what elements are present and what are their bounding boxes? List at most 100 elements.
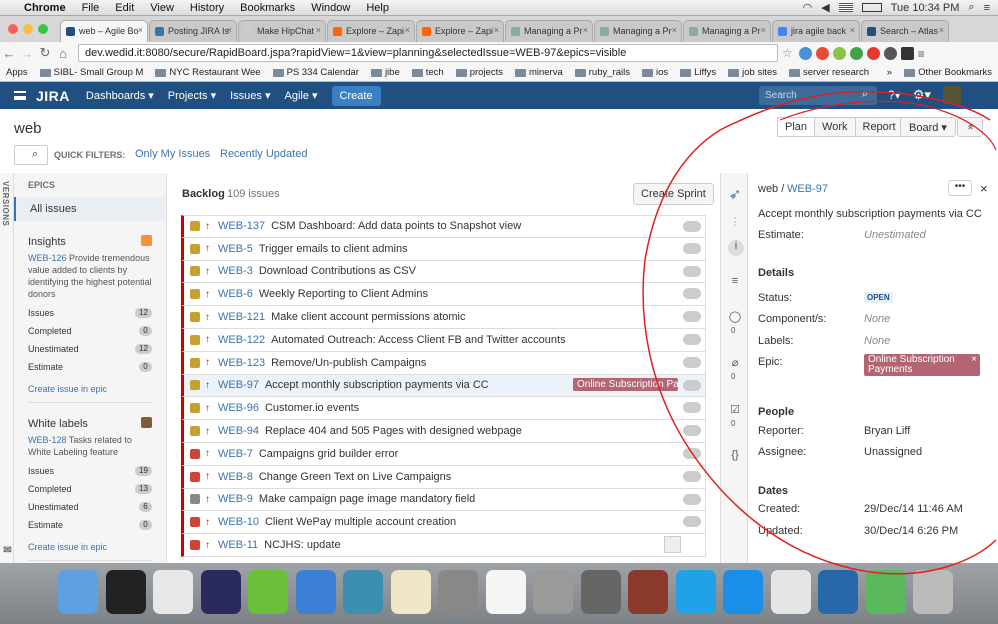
menu-app-name[interactable]: Chrome [16, 2, 74, 14]
app-switcher-icon[interactable] [14, 91, 26, 100]
close-tab-icon[interactable]: × [761, 25, 766, 35]
extension-icon[interactable] [815, 46, 829, 60]
work-mode-button[interactable]: Work [814, 117, 856, 137]
bookmark-item[interactable]: job sites [722, 67, 783, 78]
menu-bookmarks[interactable]: Bookmarks [232, 2, 303, 14]
estimate-badge[interactable] [683, 221, 701, 232]
browser-tab[interactable]: Explore – Zapi × [327, 20, 415, 42]
issue-row[interactable]: ↑ WEB-9 Make campaign page image mandatory… [181, 488, 706, 512]
close-tab-icon[interactable]: × [316, 25, 321, 35]
extension-icon[interactable] [900, 46, 914, 60]
wifi-icon[interactable]: ◠ [803, 1, 813, 14]
detail-summary[interactable]: Accept monthly subscription payments via… [758, 208, 982, 220]
browser-tab[interactable]: Search – Atlas × [861, 20, 949, 42]
terminal-icon[interactable] [105, 570, 146, 614]
issue-key[interactable]: WEB-11 [218, 539, 258, 551]
sourcetree-icon[interactable] [865, 570, 906, 614]
browser-tab[interactable]: jira agile back × [772, 20, 860, 42]
labels-value[interactable]: None [864, 335, 890, 347]
minimize-window-button[interactable] [23, 24, 33, 34]
bookmark-item[interactable]: minerva [509, 67, 569, 78]
bookmark-item[interactable]: Apps [0, 67, 34, 78]
close-tab-icon[interactable]: × [405, 25, 410, 35]
epic-card[interactable]: White labels WEB-128 Tasks related to Whi… [14, 413, 166, 561]
browser-tab[interactable]: Posting JIRA Is × [149, 20, 237, 42]
brackets-icon[interactable] [248, 570, 288, 614]
help-icon[interactable]: ?▾ [888, 88, 901, 102]
filter-only-my-issues[interactable]: Only My Issues [135, 148, 210, 160]
issue-key[interactable]: WEB-3 [218, 265, 253, 277]
browser-tab[interactable]: web – Agile Bo × [60, 20, 148, 42]
assignee-value[interactable]: Unassigned [864, 446, 922, 458]
menu-help[interactable]: Help [358, 2, 397, 14]
issue-key[interactable]: WEB-8 [218, 471, 253, 483]
menu-window[interactable]: Window [303, 2, 358, 14]
bookmark-star-icon[interactable]: ☆ [782, 46, 793, 60]
components-value[interactable]: None [864, 313, 890, 325]
remove-epic-icon[interactable]: × [971, 355, 977, 365]
close-icon[interactable]: × [980, 181, 988, 196]
estimate-badge[interactable] [683, 516, 701, 528]
plan-mode-button[interactable]: Plan [777, 117, 816, 137]
close-tab-icon[interactable]: × [672, 25, 677, 35]
bookmark-item[interactable]: PS 334 Calendar [267, 67, 365, 78]
epic-lozenge[interactable]: Online Subscription Payments × [864, 354, 980, 376]
skype-icon[interactable] [675, 570, 716, 614]
epic-name[interactable]: White labels [28, 413, 152, 430]
issue-row[interactable]: ↑ WEB-137 CSM Dashboard: Add data points t… [181, 215, 706, 238]
bookmark-item[interactable]: Liffys [674, 67, 722, 78]
issue-row[interactable]: ↑ WEB-121 Make client account permissions … [181, 306, 706, 329]
comment-icon[interactable]: ◯ [728, 310, 742, 323]
document-icon[interactable] [485, 570, 526, 614]
issue-key[interactable]: WEB-94 [218, 425, 259, 437]
epic-name[interactable]: Insights [28, 231, 152, 248]
issue-key[interactable]: WEB-5 [218, 243, 253, 255]
create-issue-in-epic-link[interactable]: Create issue in epic [28, 542, 152, 561]
drag-handle-icon[interactable]: ⋮ [728, 215, 742, 228]
back-icon[interactable]: ← [0, 46, 18, 61]
all-issues-item[interactable]: All issues [14, 197, 166, 221]
menu-projects[interactable]: Projects ▾ [168, 89, 216, 102]
browser-tab[interactable]: Managing a Pr × [505, 20, 593, 42]
trash-icon[interactable] [913, 570, 953, 614]
detail-project[interactable]: web / [758, 183, 784, 195]
estimate-badge[interactable] [683, 356, 701, 368]
board-menu-button[interactable]: Board ▾ [900, 117, 956, 137]
subtask-icon[interactable]: ☑ [728, 403, 742, 416]
url-input[interactable]: dev.wedid.it:8080/secure/RapidBoard.jspa… [78, 44, 778, 62]
quicksilver-icon[interactable] [343, 570, 383, 614]
rocket-icon[interactable] [580, 570, 621, 614]
chrome-icon[interactable] [153, 570, 193, 614]
menu-issues[interactable]: Issues ▾ [230, 89, 270, 102]
chevron-down-icon[interactable] [141, 235, 152, 246]
feedback-icon[interactable]: ✉ [2, 545, 13, 557]
close-window-button[interactable] [8, 24, 18, 34]
textedit-icon[interactable] [390, 570, 431, 614]
forward-icon[interactable]: → [18, 46, 36, 61]
epic-key-link[interactable]: WEB-126 [28, 253, 67, 263]
bookmark-item[interactable]: projects [450, 67, 509, 78]
epic-key-link[interactable]: WEB-128 [28, 435, 67, 445]
issue-key[interactable]: WEB-97 [218, 379, 259, 391]
bookmark-item[interactable]: ios [636, 67, 674, 78]
extension-icon[interactable] [849, 46, 863, 60]
reload-icon[interactable]: ↻ [36, 45, 54, 61]
clock[interactable]: Tue 10:34 PM [891, 2, 960, 14]
calculator-icon[interactable] [438, 570, 478, 614]
issue-key[interactable]: WEB-96 [218, 402, 259, 414]
estimate-badge[interactable] [683, 470, 701, 482]
bookmark-item[interactable]: jibe [365, 67, 406, 78]
close-tab-icon[interactable]: × [850, 25, 855, 35]
estimate-badge[interactable] [683, 333, 701, 345]
issue-row[interactable]: ↑ WEB-6 Weekly Reporting to Client Admins [181, 283, 706, 307]
menu-agile[interactable]: Agile ▾ [285, 89, 318, 102]
search-input[interactable]: Search [759, 86, 877, 105]
issue-row[interactable]: ↑ WEB-3 Download Contributions as CSV [181, 260, 706, 284]
spotlight-icon[interactable]: ⌕ [968, 1, 974, 14]
reporter-value[interactable]: Bryan Liff [864, 425, 910, 437]
system-preferences-icon[interactable] [533, 570, 573, 614]
issue-row[interactable]: ↑ WEB-10 Client WePay multiple account cre… [181, 511, 706, 535]
more-actions-button[interactable]: ••• [948, 180, 972, 196]
close-tab-icon[interactable]: × [138, 25, 143, 35]
estimate-badge[interactable] [683, 425, 701, 437]
